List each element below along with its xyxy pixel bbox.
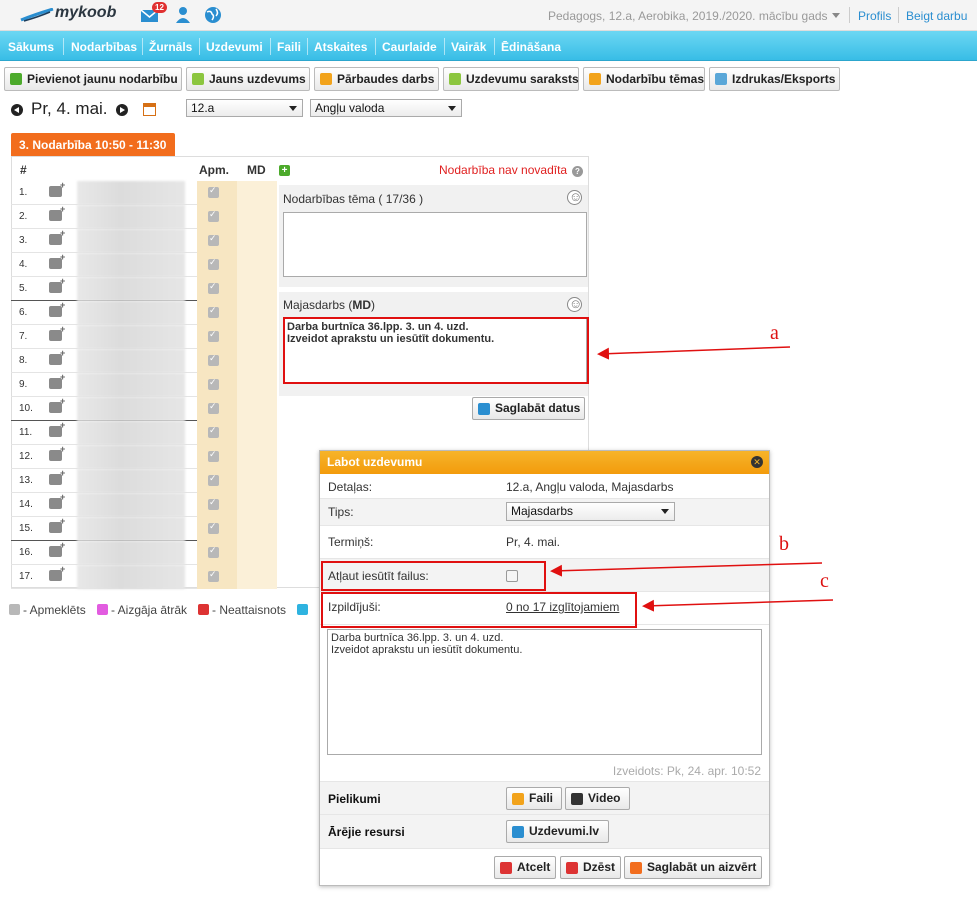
annotation-label-a: a	[770, 322, 779, 344]
annotation-arrows	[550, 346, 834, 612]
annotation-label-b: b	[779, 533, 789, 555]
annotation-label-c: c	[820, 570, 829, 592]
